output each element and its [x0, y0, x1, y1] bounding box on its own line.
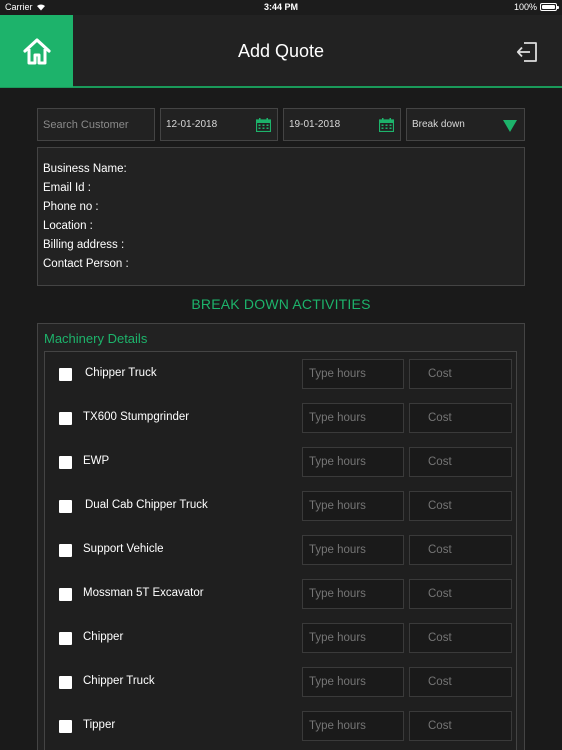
cost-input[interactable] [409, 491, 512, 521]
machinery-row: Chipper Truck $ [45, 667, 518, 711]
machinery-name: Chipper Truck [85, 367, 157, 379]
contact-person-label: Contact Person : [43, 258, 129, 270]
cost-input[interactable] [409, 535, 512, 565]
hours-input[interactable] [302, 667, 404, 697]
machinery-name: TX600 Stumpgrinder [83, 411, 190, 423]
cost-input[interactable] [409, 359, 512, 389]
hours-input[interactable] [302, 359, 404, 389]
hours-input[interactable] [302, 711, 404, 741]
status-bar: Carrier 3:44 PM 100% [0, 0, 562, 15]
machinery-name: Dual Cab Chipper Truck [85, 499, 208, 511]
status-time: 3:44 PM [263, 2, 298, 12]
cost-input[interactable] [409, 447, 512, 477]
cost-input[interactable] [409, 403, 512, 433]
cost-input[interactable] [409, 579, 512, 609]
hours-input[interactable] [302, 623, 404, 653]
end-date-field[interactable]: 19-01-2018 [283, 108, 401, 141]
calendar-icon[interactable] [379, 118, 394, 132]
machinery-row: Chipper Truck $ [45, 359, 518, 403]
machinery-row: Chipper $ [45, 623, 518, 667]
dropdown-arrow-icon [503, 120, 517, 132]
logout-icon [516, 42, 537, 62]
filter-row: Search Customer 12-01-2018 19-01-2018 Br… [37, 108, 525, 141]
email-label: Email Id : [43, 182, 91, 194]
hours-input[interactable] [302, 579, 404, 609]
start-date-field[interactable]: 12-01-2018 [160, 108, 278, 141]
cost-input[interactable] [409, 667, 512, 697]
machinery-checkbox[interactable] [59, 500, 72, 513]
machinery-checkbox[interactable] [59, 632, 72, 645]
page-title: Add Quote [237, 41, 325, 61]
activity-type-dropdown[interactable]: Break down [406, 108, 525, 141]
machinery-checkbox[interactable] [59, 720, 72, 733]
hours-input[interactable] [302, 491, 404, 521]
hours-input[interactable] [302, 403, 404, 433]
machinery-list: Chipper Truck $ TX600 Stumpgrinder $ EWP… [44, 351, 517, 750]
cost-input[interactable] [409, 623, 512, 653]
battery-percent: 100% [513, 2, 537, 12]
machinery-checkbox[interactable] [59, 544, 72, 557]
machinery-header: Machinery Details [44, 331, 148, 346]
business-name-label: Business Name: [43, 163, 127, 175]
machinery-row: TX600 Stumpgrinder $ [45, 403, 518, 447]
machinery-row: EWP $ [45, 447, 518, 491]
battery-icon [540, 3, 559, 11]
phone-label: Phone no : [43, 201, 99, 213]
activity-type-value: Break down [412, 119, 465, 130]
machinery-row: Dual Cab Chipper Truck $ [45, 491, 518, 535]
hours-input[interactable] [302, 447, 404, 477]
machinery-name: Chipper [83, 631, 124, 643]
start-date-value: 12-01-2018 [166, 119, 218, 130]
logout-button[interactable] [516, 41, 538, 63]
machinery-checkbox[interactable] [59, 588, 72, 601]
nav-bar: Add Quote [0, 15, 562, 88]
machinery-name: Mossman 5T Excavator [83, 587, 204, 599]
machinery-name: Chipper Truck [83, 675, 155, 687]
status-battery: 100% [513, 2, 559, 12]
end-date-value: 19-01-2018 [289, 119, 341, 130]
machinery-panel: Machinery Details Chipper Truck $ TX600 … [37, 323, 525, 750]
machinery-row: Mossman 5T Excavator $ [45, 579, 518, 623]
machinery-name: Support Vehicle [83, 543, 164, 555]
machinery-name: EWP [83, 455, 110, 467]
cost-input[interactable] [409, 711, 512, 741]
calendar-icon[interactable] [256, 118, 271, 132]
section-title: BREAK DOWN ACTIVITIES [191, 296, 371, 312]
machinery-checkbox[interactable] [59, 412, 72, 425]
machinery-checkbox[interactable] [59, 676, 72, 689]
search-customer-input[interactable]: Search Customer [37, 108, 155, 141]
billing-address-label: Billing address : [43, 239, 125, 251]
customer-info-panel: Business Name: Email Id : Phone no : Loc… [37, 147, 525, 286]
machinery-checkbox[interactable] [59, 456, 72, 469]
hours-input[interactable] [302, 535, 404, 565]
machinery-row: Tipper $ [45, 711, 518, 750]
machinery-name: Tipper [83, 719, 116, 731]
machinery-row: Support Vehicle $ [45, 535, 518, 579]
machinery-checkbox[interactable] [59, 368, 72, 381]
location-label: Location : [43, 220, 93, 232]
search-customer-placeholder: Search Customer [43, 118, 129, 131]
